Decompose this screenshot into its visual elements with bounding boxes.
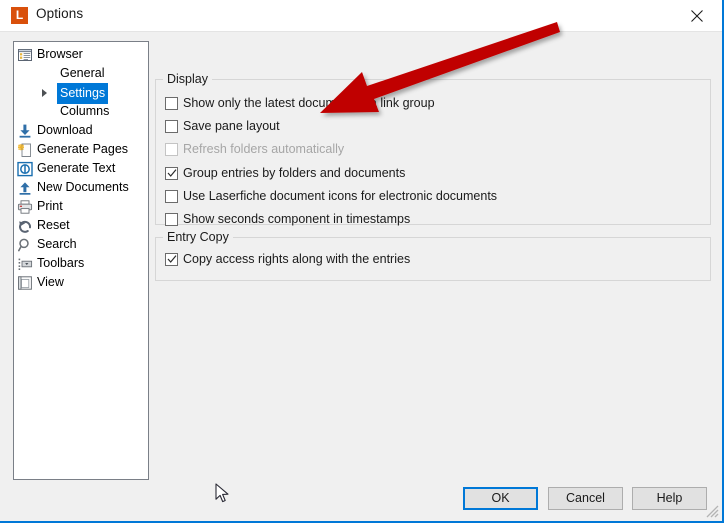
toolbars-icon (17, 256, 33, 272)
sidebar-item-generate-pages[interactable]: Generate Pages (14, 140, 148, 159)
sidebar-item-label: Generate Pages (37, 142, 129, 156)
view-page-icon (17, 275, 33, 291)
sidebar-item-label: Settings (57, 83, 109, 104)
sidebar-item-toolbars[interactable]: Toolbars (14, 254, 148, 273)
sidebar-item-reset[interactable]: Reset (14, 216, 148, 235)
generate-text-icon (17, 161, 33, 177)
checkbox-label: Group entries by folders and documents (183, 166, 406, 180)
entry-copy-group-box: Entry Copy Copy access rights along with… (155, 230, 711, 281)
window-title: Options (36, 6, 84, 21)
sidebar-item-label: General (60, 66, 105, 80)
checkbox-box (165, 253, 178, 266)
reset-undo-icon (17, 218, 33, 234)
checkbox-box (165, 213, 178, 226)
checkbox-label: Show seconds component in timestamps (183, 212, 411, 226)
display-group-legend: Display (163, 72, 212, 86)
resize-grip[interactable] (705, 504, 719, 518)
checkmark-icon (167, 255, 177, 263)
checkbox-label: Show only the latest document in a link … (183, 96, 435, 110)
checkbox-box (165, 143, 178, 156)
close-window-button[interactable] (675, 0, 720, 31)
browser-icon (17, 47, 33, 63)
checkmark-icon (167, 169, 177, 177)
checkbox-box (165, 97, 178, 110)
sidebar-item-label: Toolbars (37, 256, 85, 270)
laserfiche-logo-icon: L (11, 7, 28, 24)
dialog-client-area: Browser General Settings Columns Downloa… (0, 31, 722, 521)
sidebar-item-label: Print (37, 199, 63, 213)
sidebar-item-label: Search (37, 237, 77, 251)
display-group-box: Display Show only the latest document in… (155, 72, 711, 226)
sidebar-item-columns[interactable]: Columns (14, 102, 148, 121)
title-bar: L Options (0, 0, 722, 31)
checkbox-label: Use Laserfiche document icons for electr… (183, 189, 498, 203)
sidebar-item-label: Download (37, 123, 93, 137)
sidebar-item-settings[interactable]: Settings (14, 83, 148, 104)
options-dialog-window: L Options Browser General Settings Colum… (0, 0, 724, 523)
checkbox-label: Copy access rights along with the entrie… (183, 252, 411, 266)
sidebar-item-label: Browser (37, 47, 83, 61)
sidebar-item-label: View (37, 275, 64, 289)
printer-icon (17, 199, 33, 215)
sidebar-item-download[interactable]: Download (14, 121, 148, 140)
help-button[interactable]: Help (632, 487, 707, 510)
sidebar-item-print[interactable]: Print (14, 197, 148, 216)
generate-pages-icon (17, 142, 33, 158)
sidebar-item-label: New Documents (37, 180, 129, 194)
checkbox-label: Save pane layout (183, 119, 280, 133)
close-icon (691, 10, 703, 22)
sidebar-item-generate-text[interactable]: Generate Text (14, 159, 148, 178)
sidebar-item-search[interactable]: Search (14, 235, 148, 254)
options-category-tree[interactable]: Browser General Settings Columns Downloa… (13, 41, 149, 480)
sidebar-item-view[interactable]: View (14, 273, 148, 292)
checkbox-box (165, 167, 178, 180)
ok-button[interactable]: OK (463, 487, 538, 510)
sidebar-item-browser[interactable]: Browser (14, 45, 148, 64)
sidebar-item-general[interactable]: General (14, 64, 148, 83)
chevron-right-icon[interactable] (42, 89, 47, 97)
download-arrow-icon (17, 123, 33, 139)
checkbox-label: Refresh folders automatically (183, 142, 345, 156)
checkbox-box (165, 190, 178, 203)
entry-copy-group-legend: Entry Copy (163, 230, 233, 244)
magnifier-icon (17, 237, 33, 253)
sidebar-item-new-documents[interactable]: New Documents (14, 178, 148, 197)
mouse-cursor (215, 483, 229, 503)
sidebar-item-label: Columns (60, 104, 110, 118)
upload-arrow-icon (17, 180, 33, 196)
cancel-button[interactable]: Cancel (548, 487, 623, 510)
checkbox-box (165, 120, 178, 133)
sidebar-item-label: Generate Text (37, 161, 116, 175)
sidebar-item-label: Reset (37, 218, 70, 232)
